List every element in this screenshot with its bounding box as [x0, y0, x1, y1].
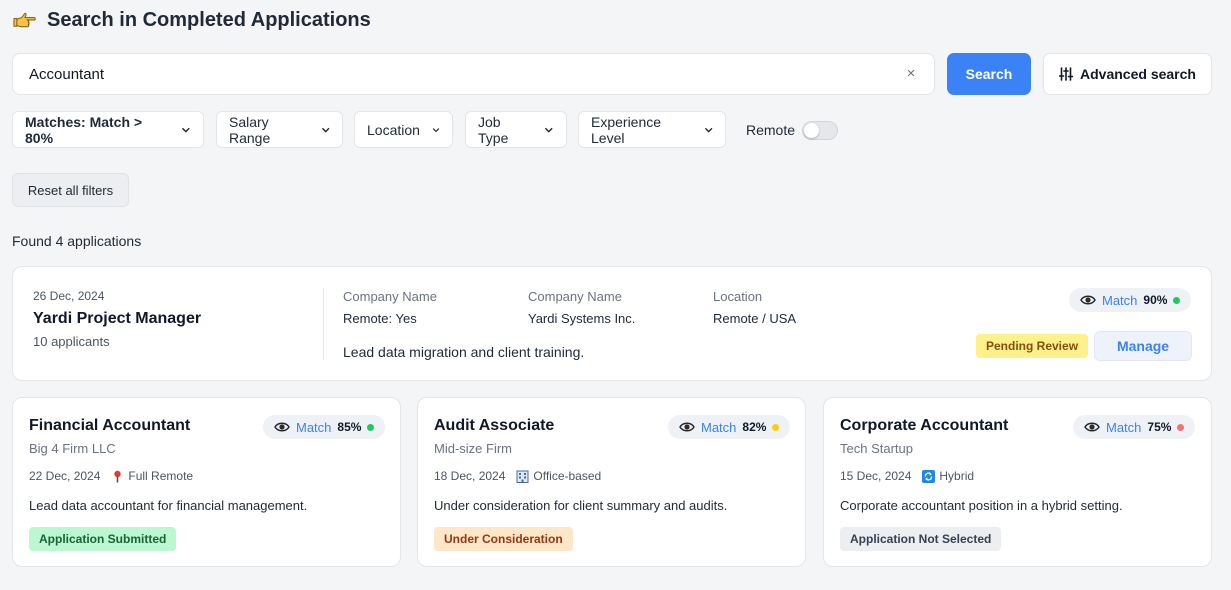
detail-value: Remote: Yes — [343, 311, 417, 326]
workplace: Hybrid — [922, 469, 974, 483]
manage-button[interactable]: Manage — [1094, 331, 1192, 361]
chevron-down-icon — [321, 127, 330, 133]
job-description: Lead data migration and client training. — [343, 344, 585, 360]
match-indicator-dot — [772, 423, 780, 431]
match-indicator-dot — [1173, 296, 1181, 304]
detail-label: Company Name — [343, 289, 437, 304]
match-value: 85% — [337, 420, 362, 434]
workplace: Office-based — [516, 469, 601, 483]
applicants-count: 10 applicants — [33, 334, 110, 349]
detail-column: Company Name Yardi Systems Inc. — [528, 289, 635, 326]
eye-icon — [274, 422, 290, 432]
match-badge[interactable]: Match 90% — [1069, 288, 1192, 312]
detail-column: Company Name Remote: Yes — [343, 289, 437, 326]
job-title[interactable]: Corporate Accountant — [840, 417, 1008, 435]
match-label: Match — [701, 419, 737, 435]
advanced-search-label: Advanced search — [1080, 66, 1196, 82]
eye-icon — [1084, 422, 1100, 432]
company-name: Big 4 Firm LLC — [29, 441, 116, 456]
job-type-filter-label: Job Type — [478, 113, 509, 146]
application-card[interactable]: Financial Accountant Big 4 Firm LLC 22 D… — [12, 397, 401, 567]
search-box[interactable]: × — [12, 53, 935, 95]
workplace-label: Hybrid — [939, 469, 975, 483]
job-description: Under consideration for client summary a… — [434, 498, 728, 513]
divider — [323, 288, 324, 360]
detail-value: Yardi Systems Inc. — [528, 311, 636, 326]
match-label: Match — [1102, 292, 1138, 308]
salary-range-filter-label: Salary Range — [229, 113, 271, 146]
eye-icon — [1080, 295, 1096, 305]
match-badge[interactable]: Match 82% — [668, 415, 791, 439]
status-badge: Application Submitted — [29, 527, 177, 551]
match-value: 75% — [1147, 420, 1172, 434]
search-button[interactable]: Search — [947, 53, 1031, 95]
application-card[interactable]: Corporate Accountant Tech Startup 15 Dec… — [823, 397, 1212, 567]
application-date: 18 Dec, 2024 — [434, 469, 506, 483]
reset-filters-button[interactable]: Reset all filters — [12, 173, 129, 207]
job-title[interactable]: Financial Accountant — [29, 417, 190, 435]
featured-application-card[interactable]: 26 Dec, 2024 Yardi Project Manager 10 ap… — [12, 266, 1212, 381]
chevron-down-icon — [545, 127, 554, 133]
results-count: Found 4 applications — [12, 233, 142, 249]
location-filter-label: Location — [367, 121, 420, 138]
matches-filter-label: Matches: Match > 80% — [25, 113, 143, 146]
advanced-search-button[interactable]: Advanced search — [1043, 53, 1212, 95]
match-value: 82% — [742, 420, 767, 434]
sliders-icon — [1059, 67, 1074, 81]
job-title[interactable]: Audit Associate — [434, 417, 554, 435]
match-badge[interactable]: Match 75% — [1073, 415, 1196, 439]
detail-value: Remote / USA — [713, 311, 797, 326]
application-card[interactable]: Audit Associate Mid-size Firm 18 Dec, 20… — [417, 397, 806, 567]
match-label: Match — [296, 419, 332, 435]
card-meta: 22 Dec, 2024 Full Remote — [29, 469, 193, 483]
hybrid-arrows-icon — [922, 469, 936, 483]
job-title[interactable]: Yardi Project Manager — [33, 310, 201, 328]
match-indicator-dot — [1177, 423, 1185, 431]
company-name: Mid-size Firm — [434, 441, 512, 456]
experience-level-filter-label: Experience Level — [591, 113, 662, 146]
detail-label: Company Name — [528, 289, 622, 304]
page: Search in Completed Applications × Searc… — [0, 0, 1231, 590]
card-meta: 15 Dec, 2024 Hybrid — [840, 469, 974, 483]
pointing-hand-icon — [13, 12, 36, 28]
status-badge: Under Consideration — [434, 527, 573, 551]
detail-label: Location — [713, 289, 763, 304]
match-value: 90% — [1143, 293, 1168, 307]
workplace: Full Remote — [111, 469, 193, 483]
clear-search-icon[interactable]: × — [904, 66, 918, 81]
application-date: 26 Dec, 2024 — [33, 289, 105, 303]
company-name: Tech Startup — [840, 441, 913, 456]
page-title: Search in Completed Applications — [47, 9, 371, 31]
status-badge: Pending Review — [976, 334, 1089, 358]
salary-range-filter[interactable]: Salary Range — [216, 111, 343, 148]
matches-filter[interactable]: Matches: Match > 80% — [12, 111, 204, 148]
workplace-label: Office-based — [533, 469, 602, 483]
card-meta: 18 Dec, 2024 Office-based — [434, 469, 601, 483]
job-description: Corporate accountant position in a hybri… — [840, 498, 1123, 513]
match-badge[interactable]: Match 85% — [263, 415, 386, 439]
toggle-knob — [804, 123, 819, 138]
location-filter[interactable]: Location — [354, 111, 453, 148]
job-type-filter[interactable]: Job Type — [465, 111, 567, 148]
match-label: Match — [1106, 419, 1142, 435]
experience-level-filter[interactable]: Experience Level — [578, 111, 726, 148]
application-date: 15 Dec, 2024 — [840, 469, 912, 483]
job-description: Lead data accountant for financial manag… — [29, 498, 308, 513]
chevron-down-icon — [182, 127, 191, 133]
search-input[interactable] — [29, 65, 904, 83]
page-header: Search in Completed Applications — [13, 8, 371, 33]
chevron-down-icon — [704, 127, 713, 133]
eye-icon — [679, 422, 695, 432]
remote-toggle-label: Remote — [746, 122, 796, 138]
chevron-down-icon — [432, 127, 440, 132]
detail-column: Location Remote / USA — [713, 289, 796, 326]
office-building-icon — [516, 470, 529, 483]
pin-icon — [114, 470, 122, 482]
application-date: 22 Dec, 2024 — [29, 469, 101, 483]
status-badge: Application Not Selected — [840, 527, 1002, 551]
remote-toggle[interactable] — [802, 121, 838, 140]
match-indicator-dot — [367, 423, 375, 431]
workplace-label: Full Remote — [128, 469, 194, 483]
